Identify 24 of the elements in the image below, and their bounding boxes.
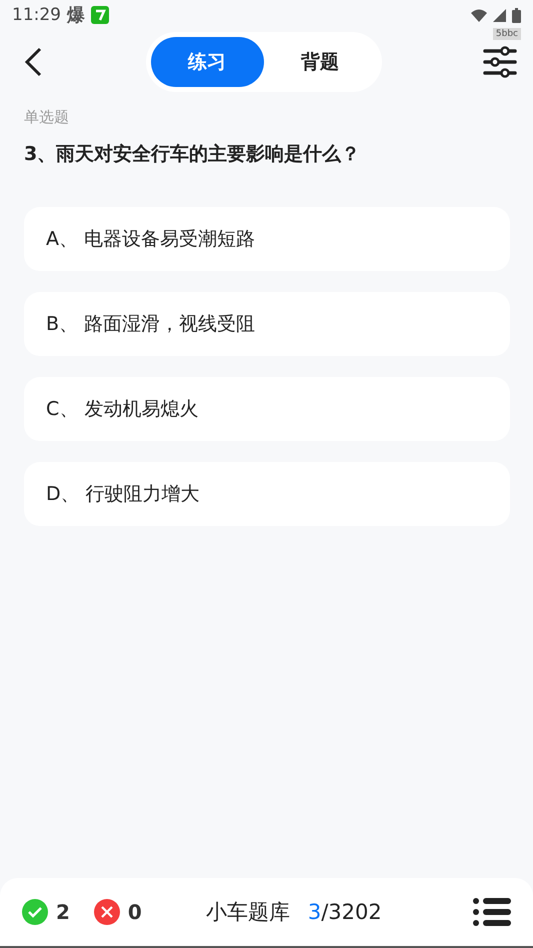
wifi-icon [471,8,487,22]
mode-tab[interactable]: 背题 [264,37,376,87]
back-button[interactable] [24,47,44,77]
answer-option[interactable]: A、 电器设备易受潮短路 [24,207,510,271]
app-icon [91,6,109,24]
status-time: 11:29 [12,5,61,25]
answer-option[interactable]: C、 发动机易熄火 [24,377,510,441]
question-text: 3、雨天对安全行车的主要影响是什么？ [24,142,362,167]
correct-icon [22,899,48,925]
list-button[interactable] [473,897,511,927]
notification-text: 爆 [67,4,85,27]
signal-icon [493,8,506,22]
settings-button[interactable] [483,46,517,78]
correct-count: 2 [56,900,70,924]
mode-tab[interactable]: 练习 [150,37,264,87]
progress-text: 3/3202 [308,900,382,924]
answer-option[interactable]: D、 行驶阻力增大 [24,462,510,526]
question-bank: 小车题库 [206,899,290,926]
question-type: 单选题 [24,108,70,127]
tag-label: 5bbc [492,28,521,40]
wrong-count: 0 [128,900,142,924]
battery-icon [512,8,521,22]
wrong-icon [94,899,120,925]
answer-option[interactable]: B、 路面湿滑，视线受阻 [24,292,510,356]
